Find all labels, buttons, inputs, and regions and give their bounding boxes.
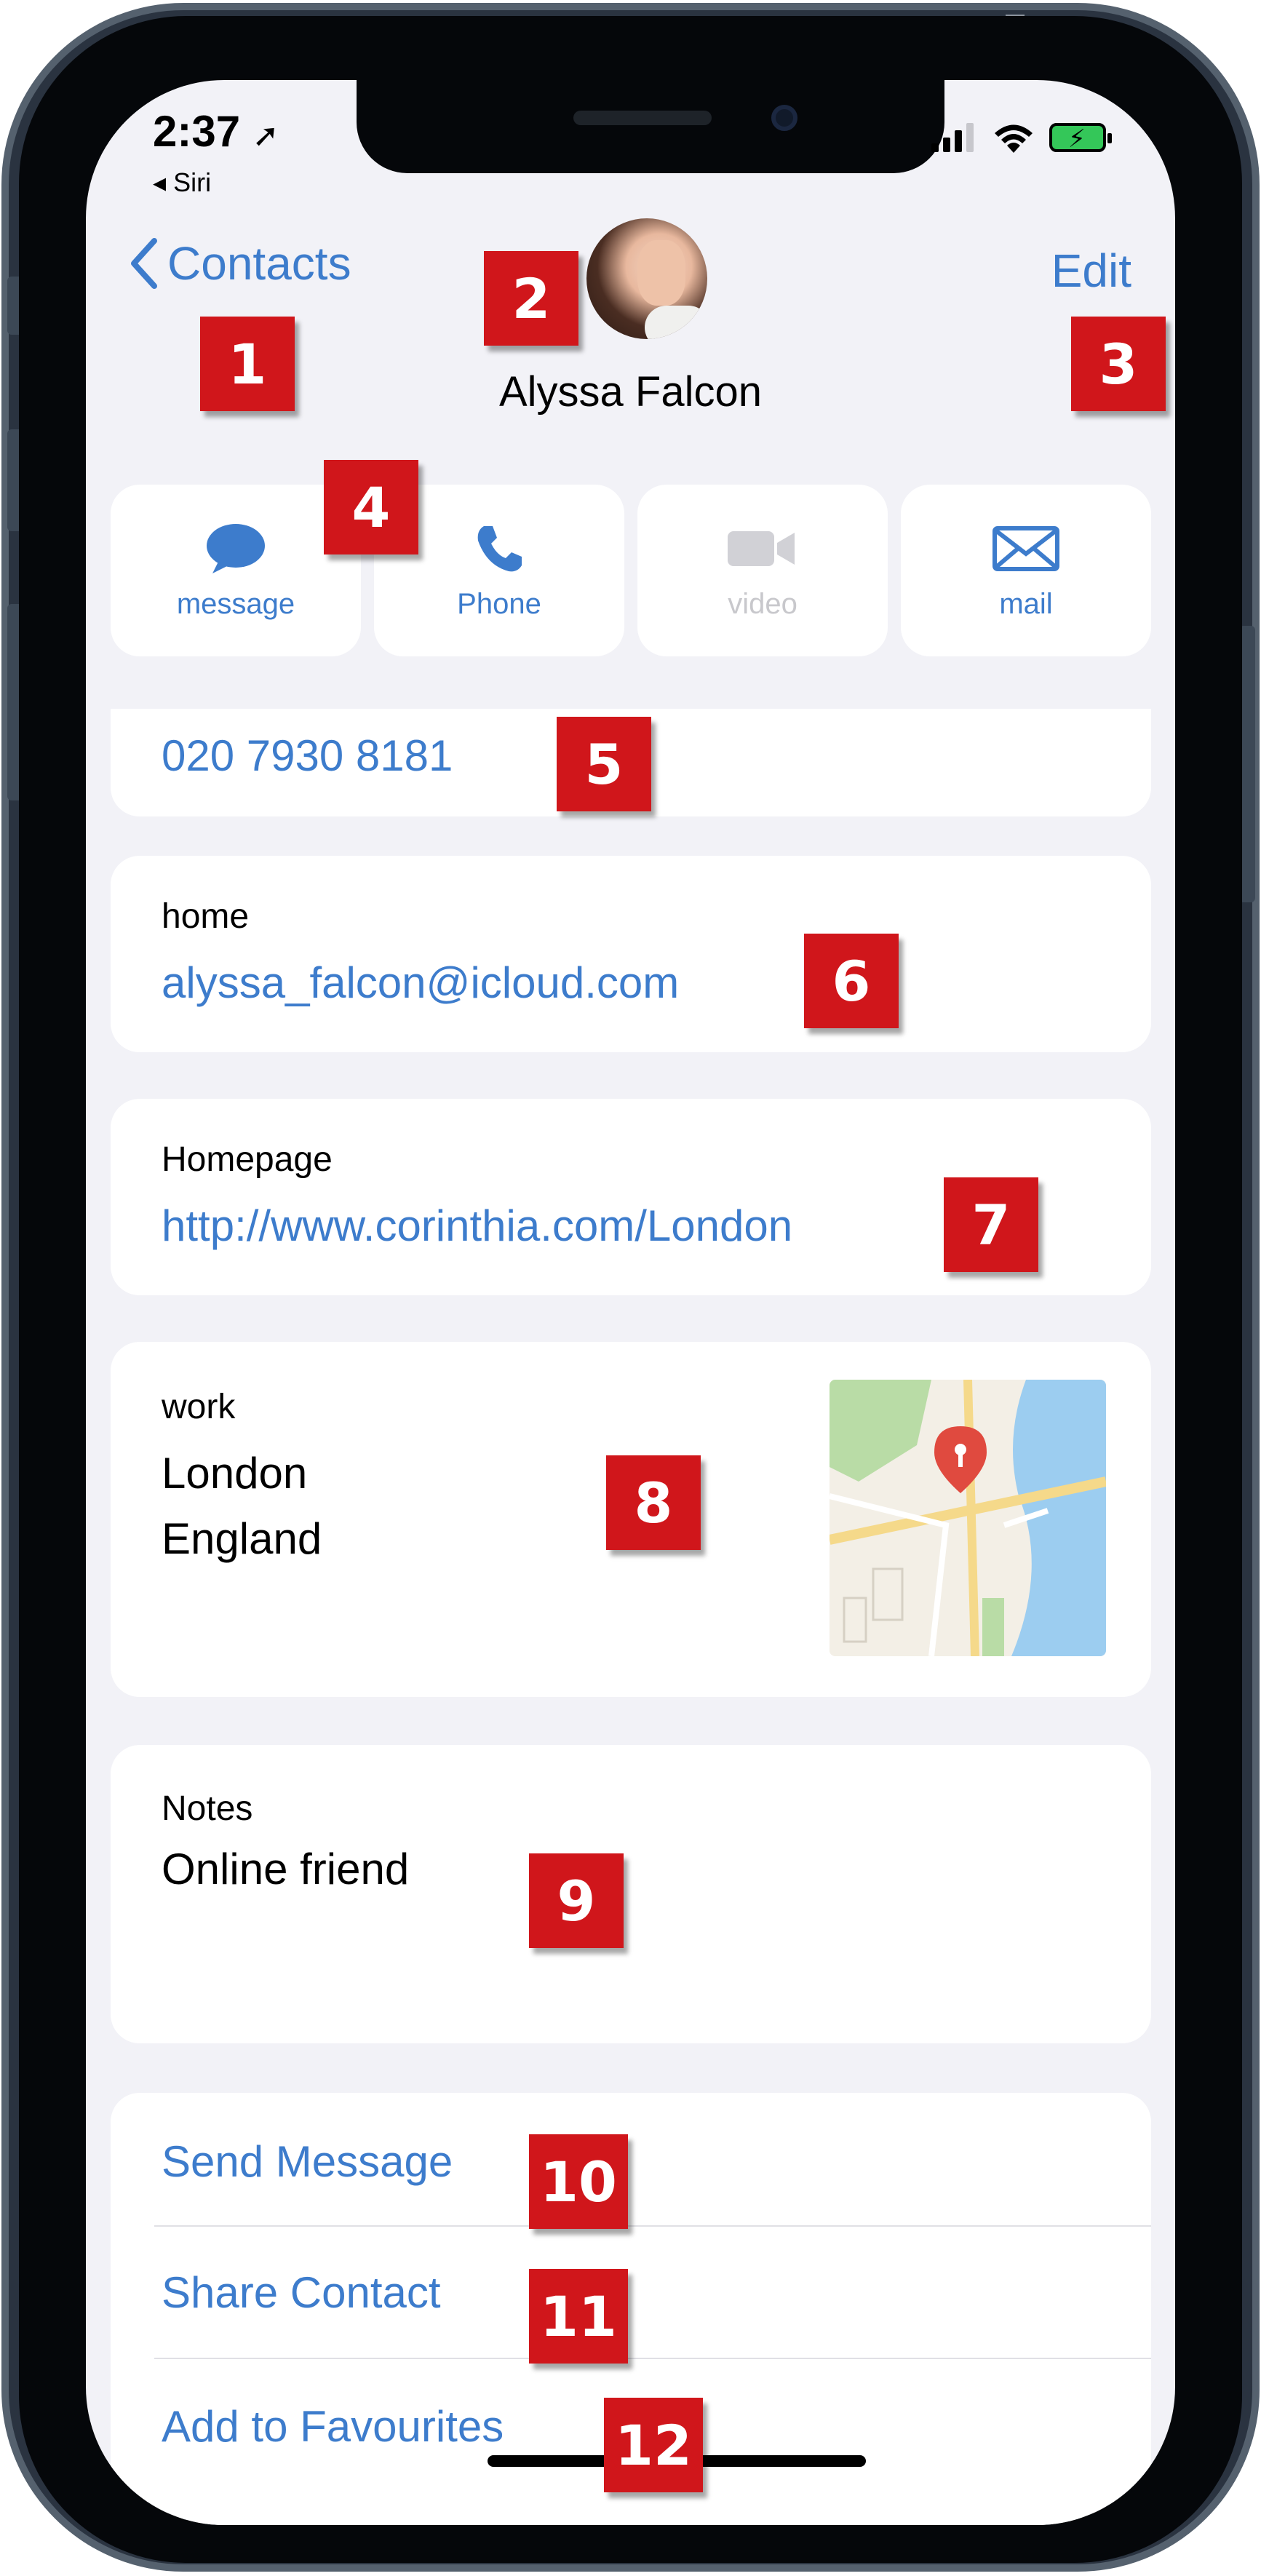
contacts-back-button[interactable]: Contacts xyxy=(130,236,351,290)
phone-number[interactable]: 020 7930 8181 xyxy=(162,731,453,781)
mail-action-label: mail xyxy=(999,588,1053,620)
divider xyxy=(154,2225,1151,2227)
address-label: work xyxy=(162,1388,236,1426)
quick-actions: message Phone video mail xyxy=(111,485,1151,656)
send-message-button[interactable]: Send Message xyxy=(162,2136,453,2187)
divider xyxy=(154,2358,1151,2359)
envelope-icon xyxy=(993,526,1059,571)
charging-bolt-icon: ⚡ xyxy=(1068,125,1086,153)
chevron-left-icon xyxy=(131,238,157,289)
annotation-badge-5: 5 xyxy=(557,717,651,811)
share-contact-button[interactable]: Share Contact xyxy=(162,2267,441,2318)
video-camera-icon xyxy=(728,531,795,566)
message-action-label: message xyxy=(176,588,295,620)
status-icons: ⚡ xyxy=(931,122,1112,153)
annotation-badge-4: 4 xyxy=(324,460,418,554)
battery-icon: ⚡ xyxy=(1049,123,1112,153)
homepage-url[interactable]: http://www.corinthia.com/London xyxy=(162,1201,792,1251)
annotation-badge-3: 3 xyxy=(1071,317,1166,411)
homepage-label: Homepage xyxy=(162,1140,333,1179)
notch xyxy=(357,80,944,173)
annotation-badge-10: 10 xyxy=(529,2134,628,2229)
annotation-badge-9: 9 xyxy=(529,1853,624,1948)
map-image xyxy=(830,1380,1106,1656)
annotation-badge-11: 11 xyxy=(529,2269,628,2364)
map-pin-icon xyxy=(934,1426,987,1493)
notes-label: Notes xyxy=(162,1789,253,1828)
annotation-badge-6: 6 xyxy=(804,934,899,1028)
address-map-thumbnail[interactable] xyxy=(830,1380,1106,1656)
wifi-icon xyxy=(995,124,1033,153)
annotation-badge-8: 8 xyxy=(606,1455,701,1550)
edit-button[interactable]: Edit xyxy=(1051,244,1131,298)
back-to-siri-link[interactable]: ◂ Siri xyxy=(153,167,211,198)
contact-avatar[interactable] xyxy=(586,218,707,339)
cellular-signal-icon xyxy=(931,123,974,152)
annotation-badge-12: 12 xyxy=(604,2398,703,2492)
annotation-badge-7: 7 xyxy=(944,1177,1038,1272)
add-to-favourites-button[interactable]: Add to Favourites xyxy=(162,2401,504,2452)
video-action-label: video xyxy=(728,588,797,620)
status-time-text: 2:37 xyxy=(153,107,241,156)
contact-screen: 2:37 ➚ ◂ Siri ⚡ Contacts Edit Alyssa Fal… xyxy=(86,80,1175,2525)
earpiece-speaker xyxy=(573,111,712,125)
email-address[interactable]: alyssa_falcon@icloud.com xyxy=(162,958,679,1008)
message-bubble-icon xyxy=(207,524,265,573)
notes-text[interactable]: Online friend xyxy=(162,1844,409,1894)
email-card[interactable]: home alyssa_falcon@icloud.com xyxy=(111,856,1151,1052)
mail-action-button[interactable]: mail xyxy=(901,485,1151,656)
phone-icon xyxy=(477,526,522,572)
notes-card[interactable]: Notes Online friend xyxy=(111,1745,1151,2043)
phone-action-label: Phone xyxy=(457,588,541,620)
video-action-button[interactable]: video xyxy=(637,485,888,656)
address-city: London xyxy=(162,1449,308,1498)
status-time: 2:37 ➚ xyxy=(153,106,279,156)
location-arrow-icon: ➚ xyxy=(252,118,279,154)
contacts-back-label: Contacts xyxy=(167,237,351,290)
address-country: England xyxy=(162,1514,322,1563)
annotation-badge-1: 1 xyxy=(200,317,295,411)
front-camera xyxy=(771,105,797,131)
email-label: home xyxy=(162,897,250,936)
annotation-badge-2: 2 xyxy=(484,251,578,346)
